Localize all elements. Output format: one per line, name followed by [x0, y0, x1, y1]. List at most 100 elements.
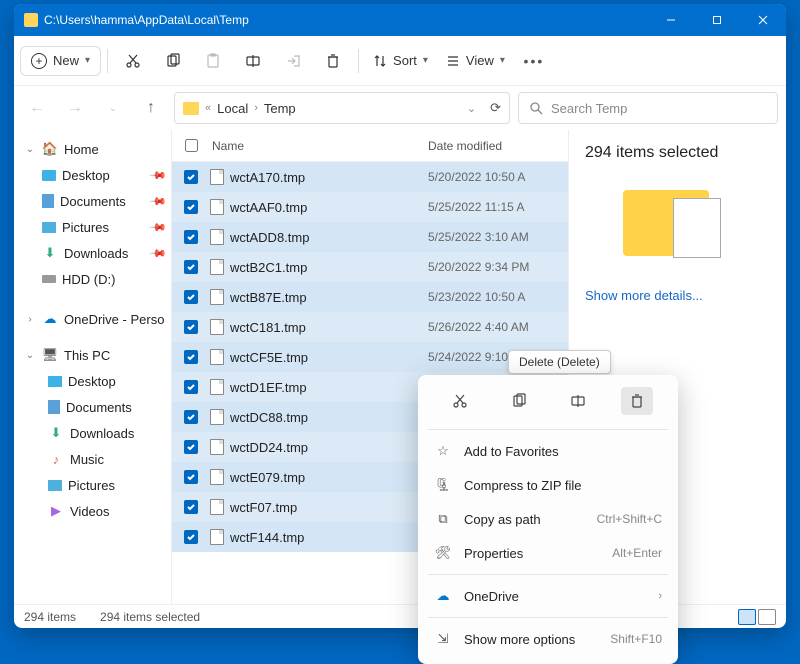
ctx-properties[interactable]: 🛠PropertiesAlt+Enter	[426, 536, 670, 570]
column-date[interactable]: Date modified	[428, 139, 568, 153]
file-icon	[210, 289, 224, 305]
file-name: wctCF5E.tmp	[230, 350, 308, 365]
sort-label: Sort	[393, 53, 417, 68]
row-checkbox[interactable]	[184, 170, 198, 184]
sidebar-pc-documents[interactable]: Documents	[14, 394, 171, 420]
cloud-icon: ☁	[42, 312, 58, 326]
desktop-icon	[42, 170, 56, 181]
column-name[interactable]: Name	[210, 139, 428, 153]
delete-button[interactable]	[314, 43, 352, 79]
breadcrumb-temp[interactable]: Temp	[264, 101, 296, 116]
folder-icon	[183, 102, 199, 115]
ctx-copy-path[interactable]: ⧉Copy as pathCtrl+Shift+C	[426, 502, 670, 536]
sidebar-item-downloads[interactable]: ⬇Downloads📌	[14, 240, 171, 266]
file-name: wctADD8.tmp	[230, 230, 309, 245]
pin-icon: 📌	[149, 244, 168, 263]
details-view-icon[interactable]	[738, 609, 756, 625]
documents-icon	[42, 194, 54, 208]
file-icon	[210, 439, 224, 455]
row-checkbox[interactable]	[184, 350, 198, 364]
pc-icon: 🖥	[42, 348, 58, 362]
file-icon	[210, 469, 224, 485]
row-checkbox[interactable]	[184, 380, 198, 394]
row-checkbox[interactable]	[184, 200, 198, 214]
titlebar[interactable]: C:\Users\hamma\AppData\Local\Temp	[14, 4, 786, 36]
select-all-checkbox[interactable]	[185, 139, 198, 152]
file-icon	[210, 169, 224, 185]
ctx-copy-button[interactable]	[503, 387, 535, 415]
sidebar-item-documents[interactable]: Documents📌	[14, 188, 171, 214]
paste-button[interactable]	[194, 43, 232, 79]
minimize-button[interactable]	[648, 4, 694, 36]
row-checkbox[interactable]	[184, 440, 198, 454]
file-name: wctB2C1.tmp	[230, 260, 307, 275]
row-checkbox[interactable]	[184, 530, 198, 544]
recent-chevron-icon[interactable]: ⌄	[98, 93, 128, 123]
close-button[interactable]	[740, 4, 786, 36]
search-input[interactable]: Search Temp	[518, 92, 778, 124]
chevron-right-icon: ›	[658, 590, 662, 602]
search-icon	[529, 101, 543, 115]
pin-icon: 📌	[149, 166, 168, 185]
documents-icon	[48, 400, 60, 414]
sidebar-item-hdd[interactable]: HDD (D:)	[14, 266, 171, 292]
file-row[interactable]: wctAAF0.tmp5/25/2022 11:15 A	[172, 192, 568, 222]
ctx-cut-button[interactable]	[444, 387, 476, 415]
sidebar-pc-videos[interactable]: ▶Videos	[14, 498, 171, 524]
sidebar-pc-pictures[interactable]: Pictures	[14, 472, 171, 498]
forward-button[interactable]: →	[60, 93, 90, 123]
row-checkbox[interactable]	[184, 500, 198, 514]
file-name: wctDD24.tmp	[230, 440, 308, 455]
file-icon	[210, 499, 224, 515]
sidebar-onedrive[interactable]: ›☁OneDrive - Perso	[14, 306, 171, 332]
file-row[interactable]: wctADD8.tmp5/25/2022 3:10 AM	[172, 222, 568, 252]
row-checkbox[interactable]	[184, 230, 198, 244]
column-header: Name Date modified	[172, 130, 568, 162]
file-row[interactable]: wctC181.tmp5/26/2022 4:40 AM	[172, 312, 568, 342]
home-icon: 🏠	[42, 142, 58, 156]
file-row[interactable]: wctB87E.tmp5/23/2022 10:50 A	[172, 282, 568, 312]
ctx-add-favorites[interactable]: ☆Add to Favorites	[426, 434, 670, 468]
sidebar-thispc[interactable]: ⌄🖥This PC	[14, 342, 171, 368]
refresh-button[interactable]: ⟳	[490, 100, 501, 116]
row-checkbox[interactable]	[184, 290, 198, 304]
row-checkbox[interactable]	[184, 410, 198, 424]
copy-button[interactable]	[154, 43, 192, 79]
rename-button[interactable]	[234, 43, 272, 79]
address-bar[interactable]: « Local › Temp ⌄ ⟳	[174, 92, 510, 124]
row-checkbox[interactable]	[184, 320, 198, 334]
ctx-show-more[interactable]: ⇲Show more optionsShift+F10	[426, 622, 670, 656]
ctx-onedrive[interactable]: ☁OneDrive›	[426, 579, 670, 613]
sidebar-home[interactable]: ⌄🏠Home	[14, 136, 171, 162]
file-row[interactable]: wctA170.tmp 5/20/2022 10:50 A	[172, 162, 568, 192]
cut-button[interactable]	[114, 43, 152, 79]
file-date: 5/20/2022 10:50 A	[428, 170, 568, 184]
view-button[interactable]: View ▾	[438, 47, 513, 74]
back-button[interactable]: ←	[22, 93, 52, 123]
chevron-down-icon[interactable]: ⌄	[467, 102, 476, 115]
file-name: wctF144.tmp	[230, 530, 304, 545]
file-name: wctA170.tmp	[230, 170, 305, 185]
sidebar-pc-downloads[interactable]: ⬇Downloads	[14, 420, 171, 446]
row-checkbox[interactable]	[184, 470, 198, 484]
file-row[interactable]: wctB2C1.tmp5/20/2022 9:34 PM	[172, 252, 568, 282]
show-more-details-link[interactable]: Show more details...	[585, 288, 770, 303]
ctx-rename-button[interactable]	[562, 387, 594, 415]
sidebar-pc-music[interactable]: ♪Music	[14, 446, 171, 472]
new-button[interactable]: + New ▾	[20, 46, 101, 76]
sidebar-pc-desktop[interactable]: Desktop	[14, 368, 171, 394]
sidebar-item-pictures[interactable]: Pictures📌	[14, 214, 171, 240]
row-checkbox[interactable]	[184, 260, 198, 274]
ctx-compress-zip[interactable]: 🗜Compress to ZIP file	[426, 468, 670, 502]
breadcrumb-local[interactable]: Local	[217, 101, 248, 116]
up-button[interactable]: ↑	[136, 93, 166, 123]
sidebar-item-desktop[interactable]: Desktop📌	[14, 162, 171, 188]
breadcrumb-prefix: «	[205, 102, 211, 114]
ctx-delete-button[interactable]	[621, 387, 653, 415]
maximize-button[interactable]	[694, 4, 740, 36]
share-button[interactable]	[274, 43, 312, 79]
more-button[interactable]: •••	[515, 43, 553, 79]
sort-button[interactable]: Sort ▾	[365, 47, 436, 74]
view-toggle[interactable]	[738, 609, 776, 625]
tiles-view-icon[interactable]	[758, 609, 776, 625]
